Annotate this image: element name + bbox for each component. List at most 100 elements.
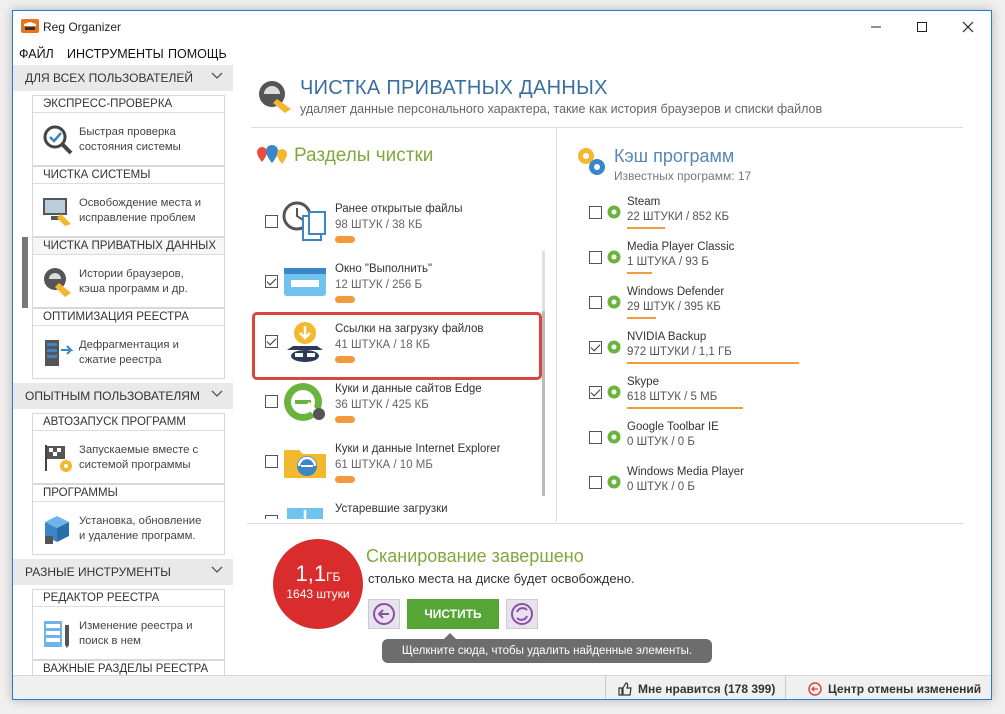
menu-tools[interactable]: ИНСТРУМЕНТЫ [67, 47, 164, 61]
sidebar-section-advanced-users[interactable]: ОПЫТНЫМ ПОЛЬЗОВАТЕЛЯМ [13, 383, 233, 409]
gear-icon [607, 205, 621, 219]
sidebar-item-title: ОПТИМИЗАЦИЯ РЕЕСТРА [33, 309, 224, 326]
checkbox[interactable] [589, 476, 602, 489]
checkbox[interactable] [589, 251, 602, 264]
clean-button[interactable]: ЧИСТИТЬ [407, 599, 499, 629]
checkbox[interactable] [589, 431, 602, 444]
undo-icon [808, 682, 822, 696]
sidebar-item-title: АВТОЗАПУСК ПРОГРАММ [33, 414, 224, 431]
checkbox[interactable] [265, 275, 278, 288]
sidebar-item-desc: системой программы [79, 458, 191, 471]
sidebar-item-title: ЧИСТКА ПРИВАТНЫХ ДАННЫХ [33, 238, 224, 255]
size-bar [627, 362, 799, 364]
page-subtitle: удаляет данные персонального характера, … [300, 102, 823, 116]
clean-item-count: 12 ШТУК / 256 Б [335, 279, 423, 291]
selected-indicator [22, 237, 28, 308]
rescan-button[interactable] [506, 599, 538, 629]
cache-item[interactable]: Windows Defender 29 ШТУК / 395 КБ [589, 286, 849, 331]
thumbs-up-icon [618, 682, 632, 696]
menu-file[interactable]: ФАЙЛ [19, 47, 54, 61]
cache-item[interactable]: NVIDIA Backup 972 ШТУКИ / 1,1 ГБ [589, 331, 849, 376]
like-label: Мне нравится (178 399) [638, 682, 776, 696]
cache-item[interactable]: Skype 618 ШТУК / 5 МБ [589, 376, 849, 421]
sidebar-item-autorun[interactable]: АВТОЗАПУСК ПРОГРАММ Запускаемые вместе с… [32, 413, 225, 484]
gear-icon [607, 295, 621, 309]
checkbox[interactable] [589, 296, 602, 309]
close-icon [962, 21, 974, 33]
clean-item-run-dialog[interactable]: Окно "Выполнить" 12 ШТУК / 256 Б [251, 255, 545, 311]
registry-defrag-icon [45, 340, 74, 366]
clean-item-count: 98 ШТУК / 38 КБ [335, 219, 423, 231]
gears-icon [578, 148, 605, 175]
cache-item[interactable]: Media Player Classic 1 ШТУКА / 93 Б [589, 241, 849, 286]
sidebar-item-desc: Изменение реестра и [79, 620, 193, 632]
checkbox[interactable] [589, 341, 602, 354]
sidebar-item-registry-optimize[interactable]: ОПТИМИЗАЦИЯ РЕЕСТРА Дефрагментация и сжат… [32, 308, 225, 379]
clean-item-recent-files[interactable]: Ранее открытые файлы 98 ШТУК / 38 КБ [251, 195, 545, 251]
sidebar-item-registry-editor[interactable]: РЕДАКТОР РЕЕСТРА Изменение реестра и поис… [32, 589, 225, 660]
checkbox[interactable] [265, 395, 278, 408]
checkbox[interactable] [589, 386, 602, 399]
title-bar: Reg Organizer [13, 11, 991, 43]
cache-item-count: 22 ШТУКИ / 852 КБ [627, 211, 730, 223]
result-circle: 1,1ГБ 1643 штуки [273, 539, 363, 629]
cache-item-name: NVIDIA Backup [627, 331, 707, 343]
close-button[interactable] [945, 11, 991, 43]
sidebar-item-desc: Быстрая проверка [79, 126, 176, 138]
divider [556, 127, 557, 522]
cache-item[interactable]: Windows Media Player 0 ШТУК / 0 Б [589, 466, 849, 511]
edge-icon [284, 383, 325, 421]
cache-item[interactable]: Steam 22 ШТУКИ / 852 КБ [589, 196, 849, 241]
chevron-down-icon [211, 390, 223, 397]
status-bar: Мне нравится (178 399) Центр отмены изме… [13, 675, 991, 699]
menu-help[interactable]: ПОМОЩЬ [168, 47, 227, 61]
scrollbar-track[interactable] [542, 251, 545, 311]
clean-item-count: 61 ШТУКА / 10 МБ [335, 459, 433, 471]
cache-item[interactable]: Google Toolbar IE 0 ШТУК / 0 Б [589, 421, 849, 466]
checkbox[interactable] [265, 215, 278, 228]
gear-icon [607, 250, 621, 264]
clean-item-old-downloads[interactable]: Устаревшие загрузки [251, 495, 545, 519]
back-button[interactable] [368, 599, 400, 629]
sidebar-item-system-clean[interactable]: ЧИСТКА СИСТЕМЫ Освобождение места и испра… [32, 166, 225, 237]
scan-title: Сканирование завершено [366, 546, 584, 566]
ie-folder-icon [284, 450, 326, 478]
app-logo-icon [21, 19, 39, 33]
registry-editor-icon [44, 621, 69, 648]
checkbox[interactable] [589, 206, 602, 219]
location-pins-icon [257, 145, 287, 164]
sidebar-section-all-users[interactable]: ДЛЯ ВСЕХ ПОЛЬЗОВАТЕЛЕЙ [13, 65, 233, 91]
sidebar-item-desc: состояния системы [79, 140, 181, 153]
sidebar-item-desc: Дефрагментация и [79, 339, 179, 351]
window-title: Reg Organizer [43, 20, 122, 34]
size-bar [627, 407, 743, 409]
undo-center-button[interactable]: Центр отмены изменений [785, 676, 991, 699]
minimize-button[interactable] [853, 11, 899, 43]
old-downloads-icon [287, 508, 323, 519]
like-button[interactable]: Мне нравится (178 399) [605, 676, 783, 699]
sidebar-item-desc: Освобождение места и [79, 197, 202, 209]
refresh-icon [511, 603, 533, 625]
minimize-icon [871, 26, 881, 28]
clean-item-name: Окно "Выполнить" [335, 263, 433, 275]
page-title: ЧИСТКА ПРИВАТНЫХ ДАННЫХ [300, 77, 608, 99]
scrollbar-thumb[interactable] [542, 311, 545, 496]
divider [247, 523, 963, 524]
cache-item-count: 972 ШТУКИ / 1,1 ГБ [627, 346, 732, 358]
sidebar-item-express-check[interactable]: ЭКСПРЕСС-ПРОВЕРКА Быстрая проверка состоя… [32, 95, 225, 166]
section-title: РАЗНЫЕ ИНСТРУМЕНТЫ [25, 565, 171, 579]
clean-item-ie-cookies[interactable]: Куки и данные Internet Explorer 61 ШТУКА… [251, 435, 545, 491]
checkbox[interactable] [265, 455, 278, 468]
sidebar-item-desc: Запускаемые вместе с [79, 444, 199, 456]
maximize-button[interactable] [899, 11, 945, 43]
sidebar-section-misc-tools[interactable]: РАЗНЫЕ ИНСТРУМЕНТЫ [13, 559, 233, 585]
sidebar-item-desc: поиск в нем [79, 634, 141, 647]
sidebar-item-private-data[interactable]: ЧИСТКА ПРИВАТНЫХ ДАННЫХ Истории браузеро… [32, 237, 225, 308]
cache-item-name: Steam [627, 196, 661, 208]
clean-item-edge-cookies[interactable]: Куки и данные сайтов Edge 36 ШТУК / 425 … [251, 375, 545, 431]
checkbox[interactable] [265, 515, 278, 519]
sidebar-item-programs[interactable]: ПРОГРАММЫ Установка, обновление и удалени… [32, 484, 225, 555]
cache-item-count: 0 ШТУК / 0 Б [627, 436, 695, 448]
cache-item-count: 0 ШТУК / 0 Б [627, 481, 695, 493]
sidebar: ДЛЯ ВСЕХ ПОЛЬЗОВАТЕЛЕЙ ЭКСПРЕСС-ПРОВЕРКА… [13, 65, 237, 690]
